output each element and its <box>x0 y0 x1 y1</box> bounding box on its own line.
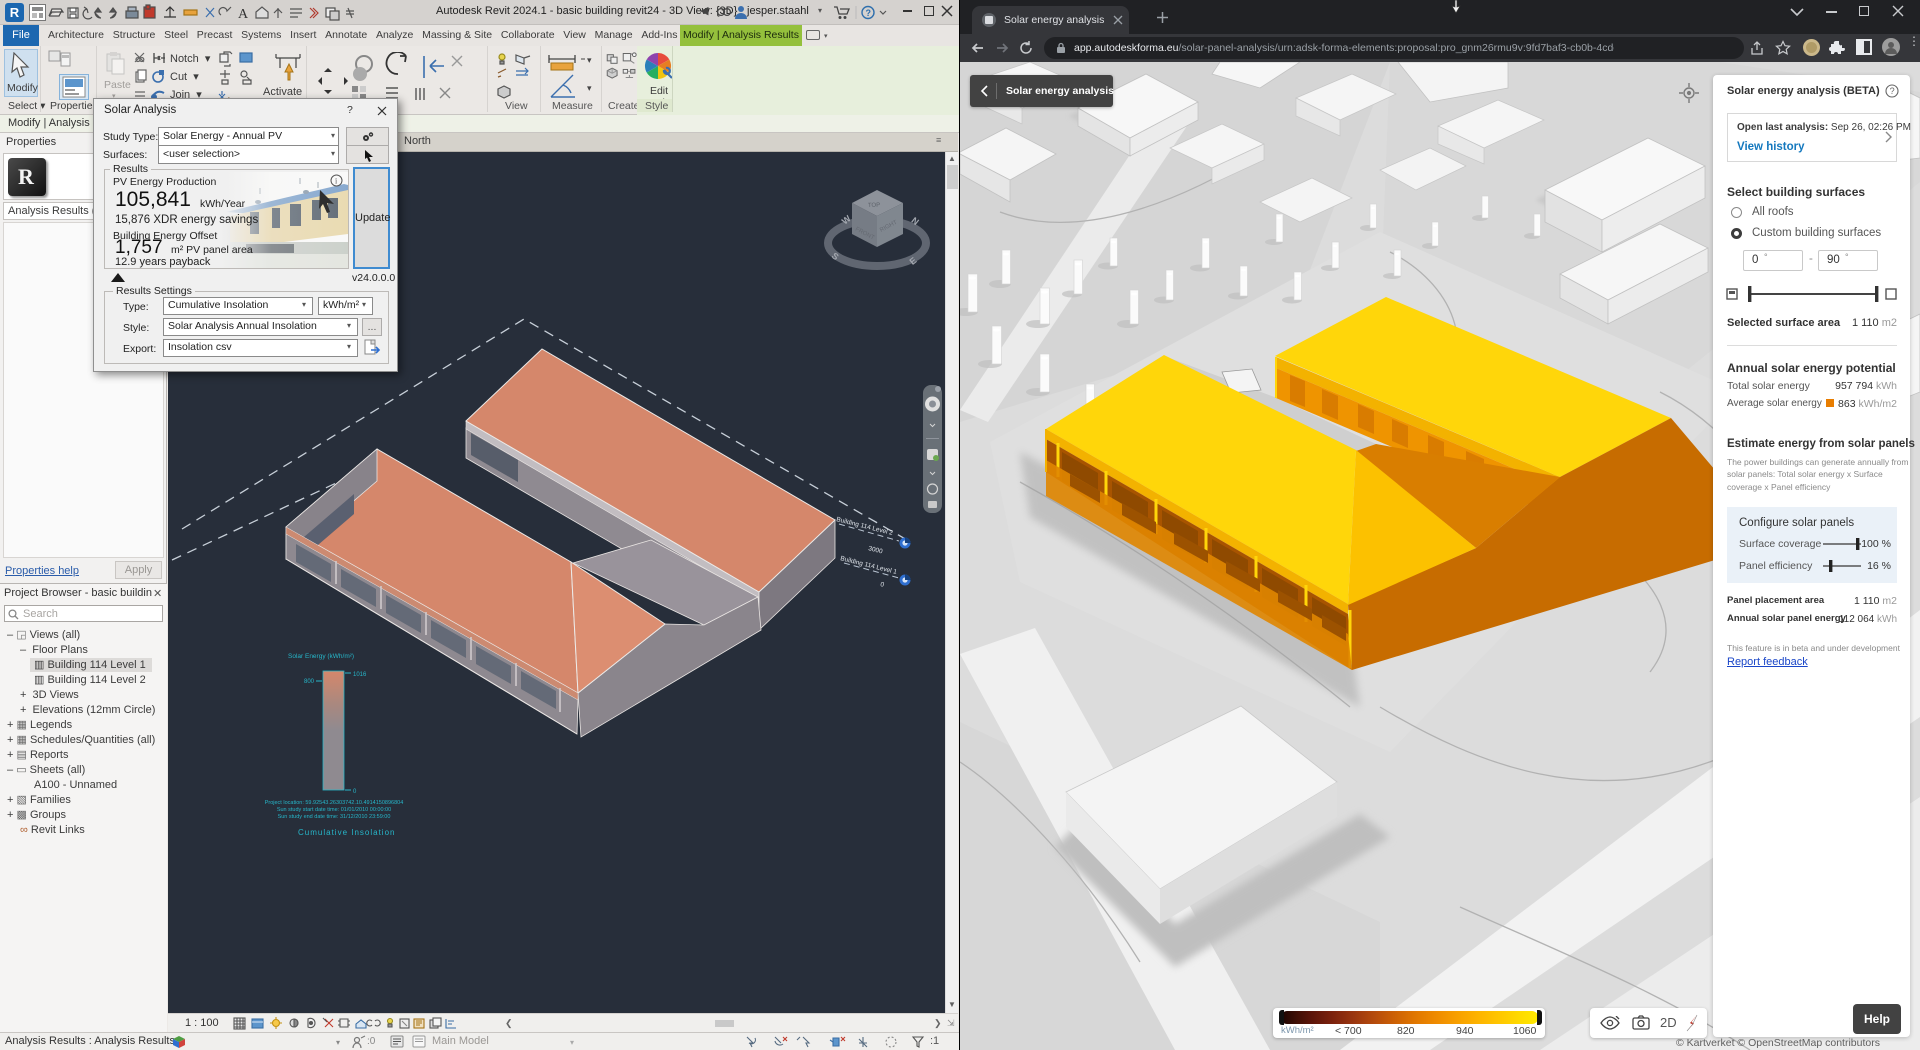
svg-text:Sun study end date time: 31/12: Sun study end date time: 31/12/2010 23:5… <box>278 814 391 820</box>
svg-text:▾: ▾ <box>587 55 592 65</box>
svg-text:800: 800 <box>304 679 315 685</box>
svg-text:Project location: 59.92543.263: Project location: 59.92543.26303742.10.4… <box>265 800 404 806</box>
svg-text:Solar Energy (kWh/m²): Solar Energy (kWh/m²) <box>288 653 354 660</box>
svg-text:▾: ▾ <box>587 83 592 93</box>
svg-text:?: ? <box>1890 86 1895 96</box>
svg-text:A: A <box>238 7 249 22</box>
svg-text:1016: 1016 <box>353 672 367 678</box>
svg-text:TOP: TOP <box>868 203 880 209</box>
svg-text:Sun study start date time: 01/: Sun study start date time: 01/01/2010 00… <box>277 807 391 813</box>
svg-text:?: ? <box>866 8 872 18</box>
svg-text:Cumulative Insolation: Cumulative Insolation <box>298 828 395 837</box>
svg-text:i: i <box>335 177 338 186</box>
